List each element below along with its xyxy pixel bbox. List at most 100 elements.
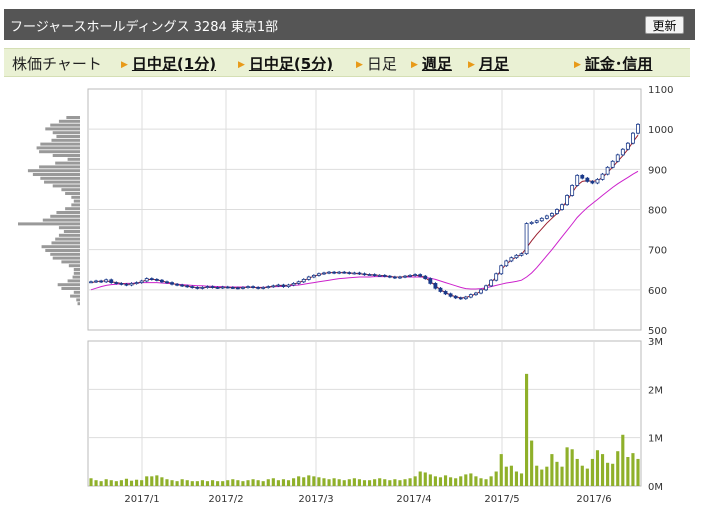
candle-body	[438, 287, 443, 292]
volume-bar	[297, 476, 301, 486]
candle-body	[610, 160, 615, 168]
volume-profile-bar	[65, 207, 80, 211]
volume-bar	[302, 477, 306, 486]
candle-body	[453, 295, 458, 299]
volume-bar	[626, 457, 630, 486]
candle-body	[149, 278, 154, 280]
volume-bar	[261, 481, 265, 486]
volume-bar	[175, 481, 179, 486]
volume-bar	[540, 469, 544, 486]
x-tick-label: 2017/4	[396, 494, 431, 505]
candle-body	[443, 291, 448, 295]
candle-body	[180, 284, 185, 287]
candle-body	[428, 278, 433, 284]
volume-bar	[89, 478, 93, 486]
candle	[636, 123, 640, 135]
volume-profile-bar	[56, 211, 80, 214]
volume-bar	[119, 480, 123, 486]
candle-body	[210, 286, 215, 289]
volume-bar	[140, 480, 144, 486]
candle-body	[631, 132, 635, 144]
volume-bar	[160, 477, 164, 486]
volume-profile-bar	[42, 218, 80, 222]
candle-body	[544, 215, 549, 219]
volume-profile-bar	[72, 275, 80, 279]
volume-bar	[418, 471, 422, 486]
candle-body	[403, 275, 407, 278]
volume-bar	[226, 480, 230, 486]
candle-body	[230, 287, 235, 289]
candle-body	[154, 278, 159, 281]
volume-bar	[266, 479, 270, 486]
volume-bar	[145, 476, 149, 486]
y-tick-label: 800	[648, 206, 667, 217]
volume-bar	[590, 458, 594, 486]
volume-profile-bar	[73, 268, 80, 271]
volume-bar	[484, 479, 488, 486]
volume-bar	[383, 479, 387, 486]
candle-body	[534, 220, 539, 223]
volume-bar	[109, 480, 113, 486]
volume-profile-bar	[45, 249, 80, 252]
volume-bar	[606, 462, 610, 486]
candle-body	[413, 274, 418, 276]
candle-body	[114, 282, 119, 285]
candle	[605, 166, 610, 176]
volume-bar	[165, 479, 169, 486]
candle-body	[94, 280, 98, 283]
volume-bar	[388, 480, 392, 486]
candle-body	[463, 296, 468, 300]
candle-body	[104, 279, 109, 283]
candle-body	[276, 284, 281, 287]
volume-bar	[636, 458, 640, 486]
x-tick-label: 2017/6	[576, 494, 611, 505]
candle	[600, 172, 605, 181]
volume-bar	[221, 481, 225, 486]
volume-bar	[423, 472, 427, 486]
volume-bar	[276, 480, 280, 486]
volume-bar	[378, 478, 382, 486]
y-tick-label: 900	[648, 165, 667, 176]
volume-bar	[565, 447, 569, 486]
candle-body	[524, 223, 529, 255]
volume-bar	[449, 477, 453, 486]
volume-bar	[357, 479, 362, 486]
candle-body	[489, 279, 494, 287]
candle-body	[600, 173, 605, 180]
candle	[509, 256, 514, 263]
volume-profile-bar	[52, 256, 80, 260]
x-tick-label: 2017/1	[124, 494, 159, 505]
volume-profile-bar	[50, 214, 80, 218]
candle-body	[286, 284, 291, 288]
volume-profile-bar	[73, 290, 80, 294]
candle-body	[387, 275, 392, 278]
volume-bar	[292, 478, 296, 486]
y-tick-label: 500	[648, 326, 667, 337]
y-tick-label: 700	[648, 246, 667, 257]
volume-bar	[600, 454, 605, 486]
volume-profile-bar	[18, 222, 80, 226]
candle-body	[246, 286, 250, 289]
volume-bar	[99, 481, 103, 486]
volume-profile-bar	[39, 165, 80, 169]
candle-body	[195, 287, 200, 289]
x-tick-label: 2017/5	[484, 494, 519, 505]
candle-body	[570, 184, 575, 196]
candle-body	[190, 286, 195, 289]
candle-body	[322, 272, 326, 275]
candle-body	[494, 273, 499, 281]
volume-bar	[286, 480, 291, 486]
volume-profile-bar	[52, 131, 80, 135]
volume-bar	[509, 465, 513, 486]
volume-bar	[393, 479, 397, 486]
candle	[595, 178, 600, 185]
y-tick-label: 1000	[648, 125, 673, 136]
volume-bar	[180, 479, 184, 486]
volume-bar	[332, 478, 336, 486]
candle-body	[433, 283, 438, 289]
volume-bar	[519, 473, 524, 486]
volume-profile-bar	[67, 157, 80, 161]
candle-body	[357, 272, 362, 275]
volume-tick-label: 1M	[648, 434, 663, 445]
volume-bar	[114, 481, 118, 486]
